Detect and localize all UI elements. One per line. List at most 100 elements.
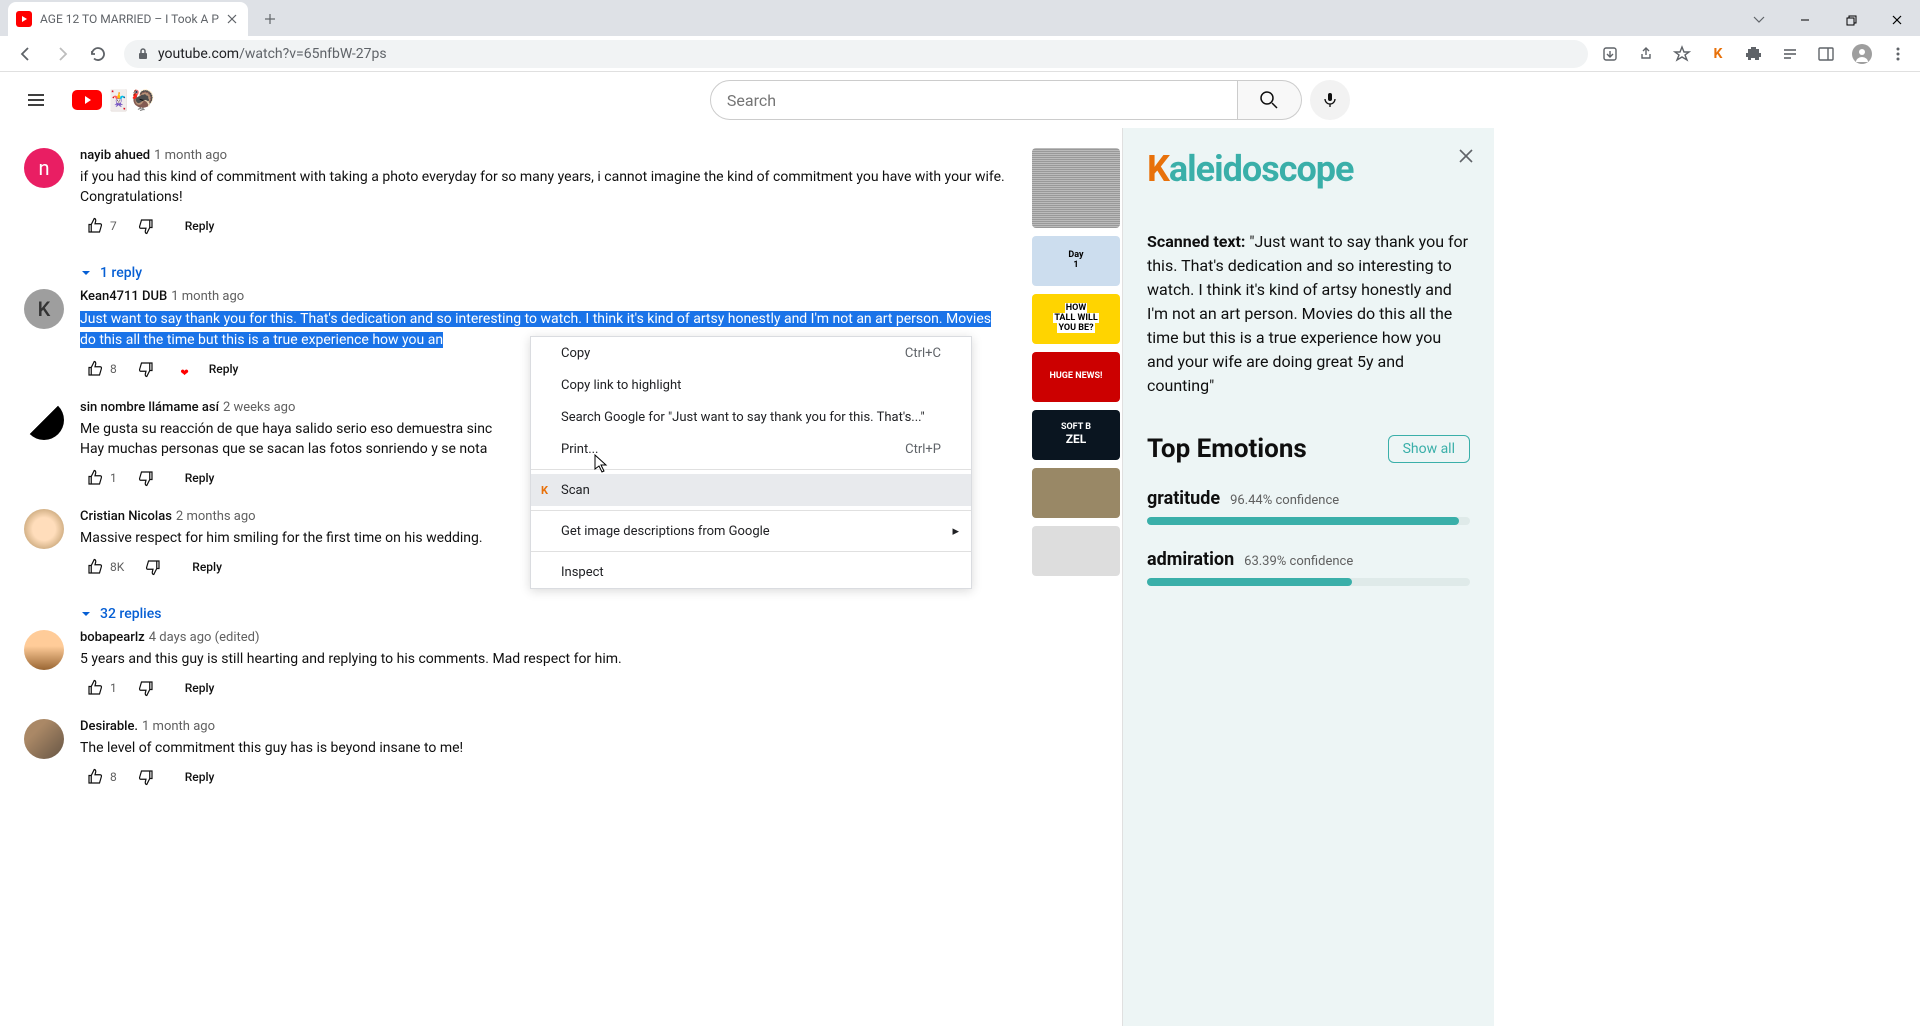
replies-toggle[interactable]: 32 replies xyxy=(24,598,1008,630)
like-button[interactable]: 7 xyxy=(80,211,123,241)
replies-toggle[interactable]: 1 reply xyxy=(24,257,1008,289)
new-tab-button[interactable] xyxy=(256,5,284,33)
avatar[interactable] xyxy=(24,630,64,670)
comment-time[interactable]: 1 month ago xyxy=(154,148,227,163)
emotion-bar xyxy=(1147,517,1470,525)
avatar[interactable] xyxy=(24,509,64,549)
avatar[interactable]: K xyxy=(24,289,64,329)
emotion-name: admiration xyxy=(1147,549,1234,570)
avatar[interactable] xyxy=(24,719,64,759)
dislike-button[interactable] xyxy=(131,762,161,792)
like-button[interactable]: 1 xyxy=(80,673,123,703)
close-icon[interactable] xyxy=(224,11,240,27)
chevron-down-icon[interactable] xyxy=(1736,4,1782,36)
comment-time[interactable]: 2 weeks ago xyxy=(223,400,295,415)
like-button[interactable]: 8 xyxy=(80,762,123,792)
video-thumbnail[interactable]: HUGE NEWS! xyxy=(1032,352,1120,402)
search-button[interactable] xyxy=(1238,80,1302,120)
close-window-button[interactable] xyxy=(1874,4,1920,36)
reply-button[interactable]: Reply xyxy=(193,354,255,384)
install-app-icon[interactable] xyxy=(1596,40,1624,68)
search-input[interactable] xyxy=(710,80,1238,120)
like-button[interactable]: 8 xyxy=(80,354,123,384)
voice-search-button[interactable] xyxy=(1310,80,1350,120)
video-thumbnail[interactable]: SOFT BZEL xyxy=(1032,410,1120,460)
reply-button[interactable]: Reply xyxy=(169,673,231,703)
context-inspect[interactable]: Inspect xyxy=(531,556,971,588)
forward-button[interactable] xyxy=(44,36,80,72)
comment: n nayib ahued 1 month ago if you had this k… xyxy=(24,148,1008,241)
back-button[interactable] xyxy=(8,36,44,72)
reading-list-icon[interactable] xyxy=(1776,40,1804,68)
close-icon[interactable] xyxy=(1454,144,1478,168)
video-thumbnail[interactable]: HOWTALL WILLYOU BE? xyxy=(1032,294,1120,344)
context-scan[interactable]: K Scan xyxy=(531,474,971,506)
creator-heart-icon: ❤ xyxy=(169,361,185,377)
comment-author[interactable]: Cristian Nicolas xyxy=(80,509,172,524)
comment-time[interactable]: 1 month ago xyxy=(171,289,244,304)
reply-button[interactable]: Reply xyxy=(169,463,231,493)
menu-icon[interactable] xyxy=(1884,40,1912,68)
kaleidoscope-extension-icon[interactable]: K xyxy=(1704,40,1732,68)
context-copy-link-highlight[interactable]: Copy link to highlight xyxy=(531,369,971,401)
browser-tab[interactable]: AGE 12 TO MARRIED – I Took A P xyxy=(8,2,248,36)
lock-icon xyxy=(136,47,150,61)
context-copy[interactable]: CopyCtrl+C xyxy=(531,337,971,369)
emotion-row: admiration 63.39% confidence xyxy=(1147,549,1470,586)
reply-button[interactable]: Reply xyxy=(169,762,231,792)
comment-author[interactable]: sin nombre llámame así xyxy=(80,400,219,415)
search-bar xyxy=(710,80,1350,120)
emotions-title: Top Emotions xyxy=(1147,434,1307,464)
tab-title: AGE 12 TO MARRIED – I Took A P xyxy=(40,12,220,26)
dislike-button[interactable] xyxy=(138,552,168,582)
share-icon[interactable] xyxy=(1632,40,1660,68)
context-print[interactable]: Print...Ctrl+P xyxy=(531,433,971,465)
suggested-videos: Day1 HOWTALL WILLYOU BE? HUGE NEWS! SOFT… xyxy=(1032,128,1122,1026)
reload-button[interactable] xyxy=(80,36,116,72)
context-image-descriptions[interactable]: Get image descriptions from Google ▸ xyxy=(531,515,971,547)
bookmark-icon[interactable] xyxy=(1668,40,1696,68)
dislike-button[interactable] xyxy=(131,211,161,241)
sidepanel-icon[interactable] xyxy=(1812,40,1840,68)
comment-author[interactable]: Desirable. xyxy=(80,719,138,734)
url-path: /watch?v=65nfbW-27ps xyxy=(239,46,387,62)
video-thumbnail[interactable]: Day1 xyxy=(1032,236,1120,286)
comment-author[interactable]: Kean4711 DUB xyxy=(80,289,167,304)
kaleidoscope-logo: Kaleidoscope xyxy=(1147,148,1470,190)
dislike-button[interactable] xyxy=(131,673,161,703)
comment-author[interactable]: bobapearlz xyxy=(80,630,145,645)
scanned-label: Scanned text: xyxy=(1147,232,1245,251)
context-search-google[interactable]: Search Google for "Just want to say than… xyxy=(531,401,971,433)
extensions-icon[interactable] xyxy=(1740,40,1768,68)
maximize-button[interactable] xyxy=(1828,4,1874,36)
reply-button[interactable]: Reply xyxy=(169,211,231,241)
url-bar[interactable]: youtube.com/watch?v=65nfbW-27ps xyxy=(124,40,1588,68)
comment-author[interactable]: nayib ahued xyxy=(80,148,150,163)
scanned-text-block: Scanned text: "Just want to say thank yo… xyxy=(1147,230,1470,398)
like-button[interactable]: 8K xyxy=(80,552,130,582)
comment-time[interactable]: 2 months ago xyxy=(176,509,256,524)
youtube-logo[interactable]: 🃏🦃 xyxy=(72,88,156,112)
video-thumbnail[interactable] xyxy=(1032,468,1120,518)
minimize-button[interactable] xyxy=(1782,4,1828,36)
emotion-row: gratitude 96.44% confidence xyxy=(1147,488,1470,525)
show-all-button[interactable]: Show all xyxy=(1388,435,1470,463)
dislike-button[interactable] xyxy=(131,463,161,493)
avatar[interactable] xyxy=(24,400,64,440)
comment-time[interactable]: 4 days ago (edited) xyxy=(149,630,260,645)
youtube-favicon xyxy=(16,11,32,27)
comment-text: if you had this kind of commitment with … xyxy=(80,167,1008,207)
chevron-right-icon: ▸ xyxy=(952,524,959,539)
video-thumbnail[interactable] xyxy=(1032,526,1120,576)
reply-button[interactable]: Reply xyxy=(176,552,238,582)
dislike-button[interactable] xyxy=(131,354,161,384)
emotions-header: Top Emotions Show all xyxy=(1147,434,1470,464)
video-thumbnail[interactable] xyxy=(1032,148,1120,228)
profile-icon[interactable] xyxy=(1848,40,1876,68)
comment: bobapearlz4 days ago (edited)5 years and… xyxy=(24,630,1008,703)
comment-time[interactable]: 1 month ago xyxy=(142,719,215,734)
address-bar: youtube.com/watch?v=65nfbW-27ps K xyxy=(0,36,1920,72)
avatar[interactable]: n xyxy=(24,148,64,188)
like-button[interactable]: 1 xyxy=(80,463,123,493)
hamburger-icon[interactable] xyxy=(16,80,56,120)
